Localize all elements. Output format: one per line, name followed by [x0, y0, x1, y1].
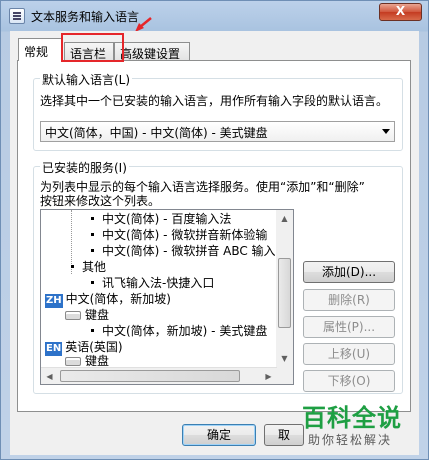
title-bar[interactable]: 文本服务和输入语言 X	[1, 1, 428, 31]
watermark-subtitle: 助你轻松解决	[308, 433, 393, 447]
installed-services-description-line2: 按钮来修改这个列表。	[40, 194, 161, 208]
watermark-logo: 百科全说 助你轻松解决	[302, 398, 422, 454]
installed-services-tree[interactable]: 中文(简体) - 百度输入法 中文(简体) - 微软拼音新体验输 中文(简体) …	[40, 209, 294, 385]
default-language-legend: 默认输入语言(L)	[40, 71, 133, 88]
bullet-icon	[91, 233, 94, 236]
scroll-up-icon[interactable]: ▲	[276, 210, 293, 227]
default-language-select[interactable]: 中文(简体，中国) - 中文(简体) - 美式键盘	[40, 121, 395, 142]
keyboard-icon	[65, 357, 81, 366]
annotation-highlight-box	[61, 33, 124, 62]
bullet-icon	[91, 281, 94, 284]
scroll-right-icon[interactable]: ▶	[260, 368, 277, 384]
ok-button[interactable]: 确定	[182, 424, 256, 446]
watermark-title: 百科全说	[302, 404, 402, 432]
close-button[interactable]: X	[379, 3, 422, 21]
bullet-icon	[91, 329, 94, 332]
scrollbar-thumb[interactable]	[278, 258, 291, 328]
tree-item[interactable]: 中文(简体) - 百度输入法	[87, 211, 231, 227]
tree-item[interactable]: 中文(简体) - 微软拼音新体验输	[87, 227, 267, 243]
properties-button[interactable]: 属性(P)...	[303, 316, 395, 338]
tree-language[interactable]: ZH 中文(简体，新加坡)	[45, 291, 171, 308]
chevron-down-icon[interactable]	[382, 129, 390, 134]
add-button[interactable]: 添加(D)...	[303, 261, 395, 283]
move-up-button[interactable]: 上移(U)	[303, 343, 395, 365]
tree-keyboard[interactable]: 键盘	[65, 307, 109, 323]
bullet-icon	[71, 265, 74, 268]
tab-advanced-key-settings[interactable]: 高级键设置	[114, 42, 190, 61]
tree-group[interactable]: 其他	[67, 259, 106, 275]
bullet-icon	[91, 249, 94, 252]
default-language-selected-value: 中文(简体，中国) - 中文(简体) - 美式键盘	[45, 126, 268, 140]
installed-services-legend: 已安装的服务(I)	[40, 159, 129, 176]
scroll-down-icon[interactable]: ▼	[276, 350, 293, 367]
keyboard-settings-icon	[9, 8, 25, 24]
tree-vertical-scrollbar[interactable]: ▲ ▼	[276, 210, 293, 384]
language-zh-icon: ZH	[45, 294, 63, 308]
tree-item[interactable]: 中文(简体，新加坡) - 美式键盘	[87, 323, 267, 339]
scrollbar-thumb[interactable]	[60, 370, 240, 382]
keyboard-icon	[65, 311, 81, 320]
scroll-left-icon[interactable]: ◀	[41, 368, 58, 384]
default-language-description: 选择其中一个已安装的输入语言，用作所有输入字段的默认语言。	[40, 94, 389, 108]
bullet-icon	[91, 217, 94, 220]
move-down-button[interactable]: 下移(O)	[303, 370, 395, 392]
window-title: 文本服务和输入语言	[31, 10, 140, 24]
remove-button[interactable]: 删除(R)	[303, 289, 395, 311]
tree-item[interactable]: 中文(简体) - 微软拼音 ABC 输入	[87, 243, 276, 259]
tree-horizontal-scrollbar[interactable]: ◀ ▶	[41, 367, 277, 384]
tree-item[interactable]: 讯飞输入法-快捷入口	[87, 275, 214, 291]
cancel-button[interactable]: 取	[264, 424, 304, 446]
tab-general[interactable]: 常规	[18, 38, 62, 61]
language-en-icon: EN	[45, 342, 63, 356]
